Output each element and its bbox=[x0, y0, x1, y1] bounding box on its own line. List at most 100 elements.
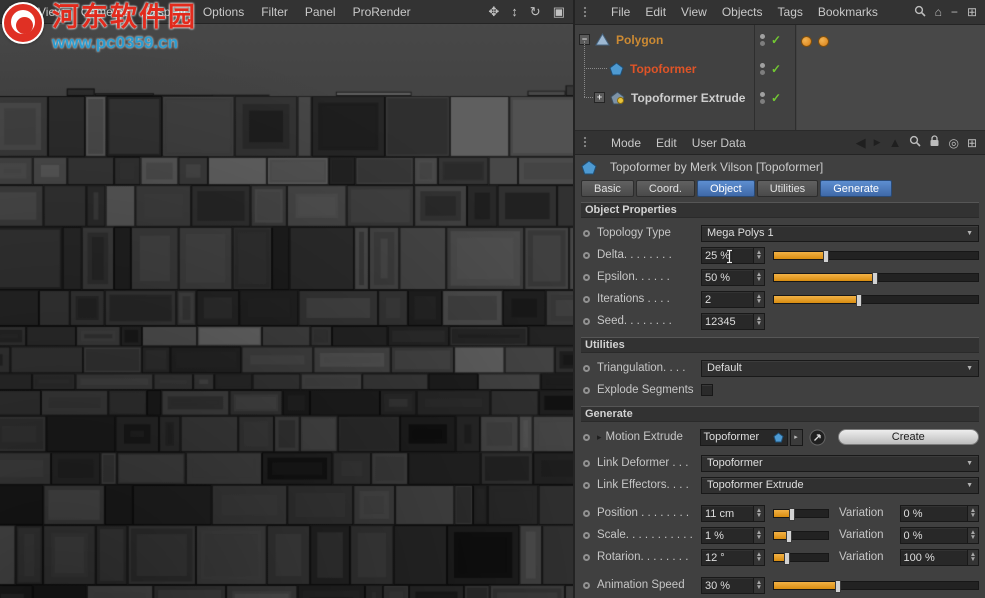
home-icon[interactable]: ⌂ bbox=[935, 5, 942, 19]
spinner-down-icon[interactable]: ▼ bbox=[756, 277, 762, 282]
tab-generate[interactable]: Generate bbox=[820, 180, 892, 197]
add-panel-icon[interactable]: ⊞ bbox=[967, 136, 977, 150]
param-circle-icon[interactable] bbox=[583, 230, 590, 237]
search-icon[interactable] bbox=[909, 135, 921, 150]
rotation-value[interactable]: 12 ° bbox=[702, 550, 753, 565]
rotation-variation-field[interactable]: 100 %▲▼ bbox=[900, 549, 979, 566]
menu-options[interactable]: Options bbox=[202, 5, 245, 19]
tab-basic[interactable]: Basic bbox=[581, 180, 634, 197]
topology-type-dropdown[interactable]: Mega Polys 1 ▼ bbox=[701, 225, 979, 242]
position-slider[interactable] bbox=[773, 509, 829, 518]
tree-label[interactable]: Topoformer Extrude bbox=[631, 91, 745, 105]
menu-edit-am[interactable]: Edit bbox=[655, 136, 678, 150]
zoom-view-icon[interactable]: ↕ bbox=[511, 4, 518, 19]
param-circle-icon[interactable] bbox=[583, 554, 590, 561]
tab-object[interactable]: Object bbox=[697, 180, 755, 197]
motion-extrude-link-field[interactable]: Topoformer bbox=[700, 429, 788, 446]
menu-bookmarks[interactable]: Bookmarks bbox=[817, 5, 879, 19]
spinner-down-icon[interactable]: ▼ bbox=[970, 513, 976, 518]
menu-view-om[interactable]: View bbox=[680, 5, 708, 19]
spinner-down-icon[interactable]: ▼ bbox=[756, 513, 762, 518]
spinner-down-icon[interactable]: ▼ bbox=[970, 557, 976, 562]
menu-grip-handle[interactable] bbox=[583, 136, 588, 149]
rotation-field[interactable]: 12 °▲▼ bbox=[701, 549, 765, 566]
tree-label[interactable]: Topoformer bbox=[630, 62, 696, 76]
tree-label[interactable]: Polygon bbox=[616, 33, 663, 47]
section-utilities[interactable]: Utilities bbox=[581, 337, 979, 353]
visibility-dots-icon[interactable] bbox=[760, 34, 765, 46]
maximize-view-icon[interactable]: ▣ bbox=[553, 4, 565, 20]
tab-coord[interactable]: Coord. bbox=[636, 180, 695, 197]
menu-objects[interactable]: Objects bbox=[721, 5, 764, 19]
position-variation-value[interactable]: 0 % bbox=[901, 506, 967, 521]
position-field[interactable]: 11 cm▲▼ bbox=[701, 505, 765, 522]
menu-tags[interactable]: Tags bbox=[777, 5, 804, 19]
texture-tag-icon[interactable] bbox=[801, 36, 812, 47]
link-deformer-dropdown[interactable]: Topoformer ▼ bbox=[701, 455, 979, 472]
minimize-icon[interactable]: − bbox=[951, 5, 958, 19]
spinner-down-icon[interactable]: ▼ bbox=[756, 557, 762, 562]
spinner-down-icon[interactable]: ▼ bbox=[756, 299, 762, 304]
param-circle-icon[interactable] bbox=[583, 387, 590, 394]
texture-tag-icon[interactable] bbox=[818, 36, 829, 47]
scale-variation-field[interactable]: 0 %▲▼ bbox=[900, 527, 979, 544]
param-circle-icon[interactable] bbox=[583, 434, 590, 441]
epsilon-field[interactable]: 50 %▲▼ bbox=[701, 269, 765, 286]
param-circle-icon[interactable] bbox=[583, 274, 590, 281]
pan-view-icon[interactable]: ✥ bbox=[488, 4, 499, 20]
scale-variation-value[interactable]: 0 % bbox=[901, 528, 967, 543]
create-button[interactable]: Create bbox=[838, 429, 979, 445]
param-circle-icon[interactable] bbox=[583, 365, 590, 372]
seed-field[interactable]: 12345▲▼ bbox=[701, 313, 765, 330]
parent-object-icon[interactable]: ▲ bbox=[889, 135, 902, 150]
param-circle-icon[interactable] bbox=[583, 532, 590, 539]
menu-user-data[interactable]: User Data bbox=[691, 136, 747, 150]
delta-slider[interactable] bbox=[773, 251, 979, 260]
position-value[interactable]: 11 cm bbox=[702, 506, 753, 521]
iterations-slider[interactable] bbox=[773, 295, 979, 304]
spinner-down-icon[interactable]: ▼ bbox=[756, 321, 762, 326]
iterations-field[interactable]: 2▲▼ bbox=[701, 291, 765, 308]
enable-check-icon[interactable]: ✓ bbox=[771, 92, 781, 104]
menu-mode[interactable]: Mode bbox=[610, 136, 642, 150]
spinner-down-icon[interactable]: ▼ bbox=[756, 535, 762, 540]
visibility-dots-icon[interactable] bbox=[760, 92, 765, 104]
menu-edit[interactable]: Edit bbox=[644, 5, 667, 19]
menu-prorender[interactable]: ProRender bbox=[352, 5, 412, 19]
add-panel-icon[interactable]: ⊞ bbox=[967, 5, 977, 19]
menu-file[interactable]: File bbox=[610, 5, 631, 19]
menu-filter[interactable]: Filter bbox=[260, 5, 289, 19]
pick-object-icon[interactable] bbox=[809, 429, 826, 446]
rotation-variation-value[interactable]: 100 % bbox=[901, 550, 967, 565]
rotate-view-icon[interactable]: ↻ bbox=[530, 4, 541, 20]
spinner-down-icon[interactable]: ▼ bbox=[756, 585, 762, 590]
link-popup-button[interactable]: ▸ bbox=[790, 429, 803, 446]
iterations-value[interactable]: 2 bbox=[702, 292, 753, 307]
animation-speed-slider[interactable] bbox=[773, 581, 979, 590]
target-icon[interactable]: ◎ bbox=[948, 136, 958, 150]
spinner-down-icon[interactable]: ▼ bbox=[970, 535, 976, 540]
triangulation-dropdown[interactable]: Default ▼ bbox=[701, 360, 979, 377]
animation-speed-value[interactable]: 30 % bbox=[702, 578, 753, 593]
expand-arrow-icon[interactable]: ▸ bbox=[597, 432, 602, 443]
tab-utilities[interactable]: Utilities bbox=[757, 180, 818, 197]
section-object-properties[interactable]: Object Properties bbox=[581, 202, 979, 218]
link-effectors-dropdown[interactable]: Topoformer Extrude ▼ bbox=[701, 477, 979, 494]
param-circle-icon[interactable] bbox=[583, 582, 590, 589]
expand-icon[interactable]: + bbox=[594, 92, 605, 103]
enable-check-icon[interactable]: ✓ bbox=[771, 63, 781, 75]
viewport-render[interactable] bbox=[0, 24, 573, 598]
scale-field[interactable]: 1 %▲▼ bbox=[701, 527, 765, 544]
epsilon-value[interactable]: 50 % bbox=[702, 270, 753, 285]
param-circle-icon[interactable] bbox=[583, 510, 590, 517]
lock-icon[interactable] bbox=[929, 135, 940, 150]
menu-grip-handle[interactable] bbox=[583, 6, 588, 19]
visibility-dots-icon[interactable] bbox=[760, 63, 765, 75]
scale-value[interactable]: 1 % bbox=[702, 528, 753, 543]
scale-slider[interactable] bbox=[773, 531, 829, 540]
seed-value[interactable]: 12345 bbox=[702, 314, 753, 329]
animation-speed-field[interactable]: 30 %▲▼ bbox=[701, 577, 765, 594]
param-circle-icon[interactable] bbox=[583, 296, 590, 303]
position-variation-field[interactable]: 0 %▲▼ bbox=[900, 505, 979, 522]
explode-segments-checkbox[interactable] bbox=[701, 384, 713, 396]
